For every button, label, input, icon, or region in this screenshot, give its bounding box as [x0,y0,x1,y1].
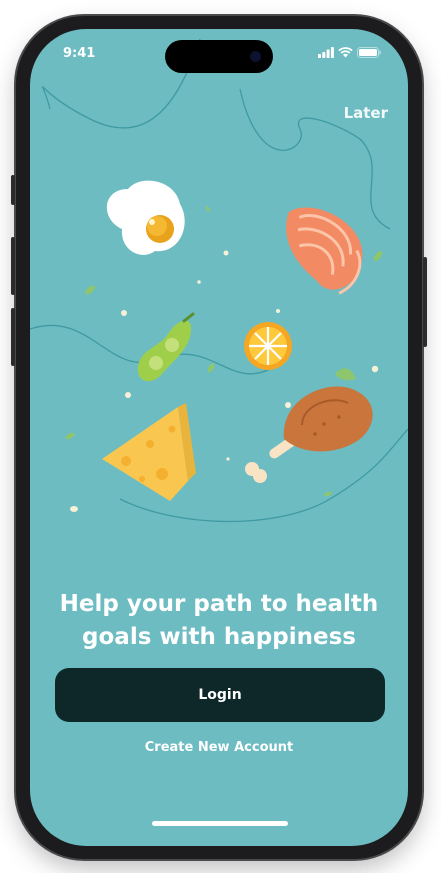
camera-icon [250,51,261,62]
dynamic-island [165,40,273,73]
login-button[interactable]: Login [55,668,385,722]
app-screen: 9:41 Later Help your path to health goal… [30,29,408,846]
create-account-link[interactable]: Create New Account [30,740,408,755]
orange-slice-icon [244,322,292,370]
cellular-signal-icon [318,47,334,58]
egg-icon [106,180,185,255]
wifi-icon [338,47,353,58]
status-time: 9:41 [63,46,96,61]
later-button[interactable]: Later [344,104,388,122]
power-button [423,257,427,347]
cheese-icon [102,403,196,501]
phone-frame: 9:41 Later Help your path to health goal… [11,16,427,859]
home-indicator[interactable] [152,821,288,826]
headline-line-1: Help your path to health [59,591,379,617]
status-icons [318,47,381,58]
edamame-icon [137,312,195,382]
volume-up-button [11,237,15,295]
login-button-label: Login [198,687,242,703]
headline: Help your path to health goals with happ… [30,588,408,654]
mute-switch [11,175,15,205]
battery-icon [357,47,381,58]
volume-down-button [11,308,15,366]
headline-line-2: goals with happiness [82,624,356,650]
salmon-icon [286,207,363,295]
chicken-leg-icon [245,368,373,483]
